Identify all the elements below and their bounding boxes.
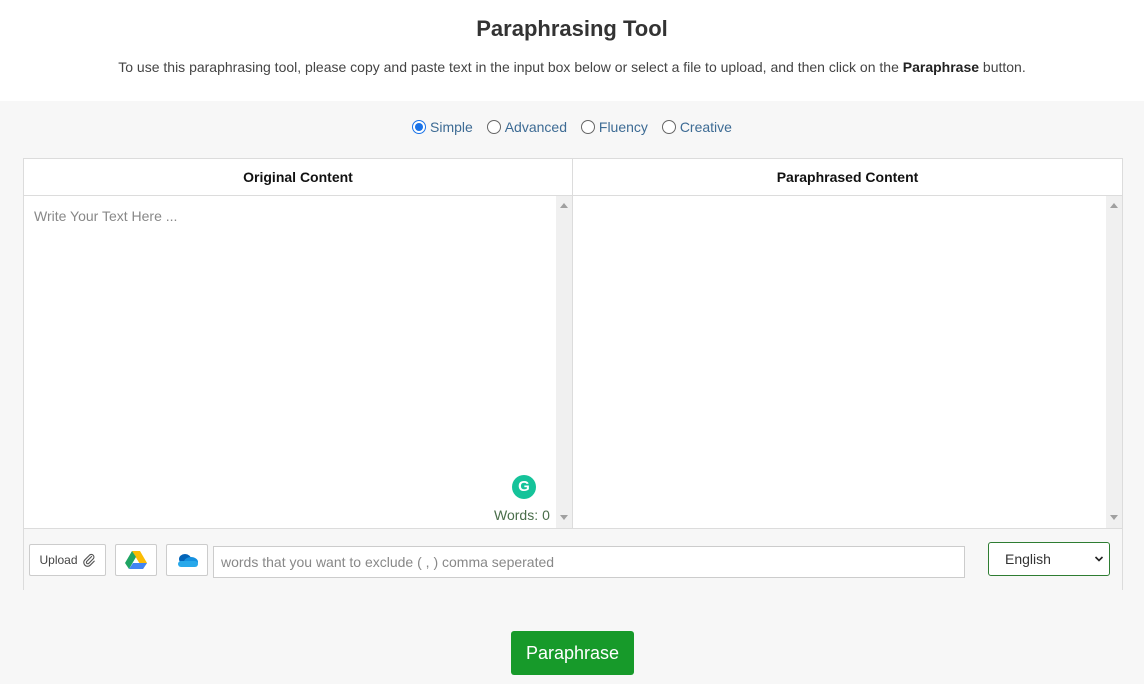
mode-simple-label: Simple bbox=[430, 119, 473, 135]
mode-fluency[interactable]: Fluency bbox=[580, 119, 648, 135]
word-count-value: 0 bbox=[542, 507, 550, 523]
header: Paraphrasing Tool To use this paraphrasi… bbox=[0, 0, 1144, 101]
paraphrased-column: Paraphrased Content bbox=[573, 159, 1122, 528]
language-value: English bbox=[1005, 551, 1051, 567]
subtitle-text-before: To use this paraphrasing tool, please co… bbox=[118, 59, 903, 75]
editor-panel: Original Content Write Your Text Here ..… bbox=[23, 158, 1123, 590]
original-scrollbar[interactable] bbox=[556, 196, 572, 528]
radio-fluency[interactable] bbox=[580, 120, 595, 134]
paraphrased-output[interactable] bbox=[573, 196, 1122, 528]
mode-fluency-label: Fluency bbox=[598, 119, 648, 135]
page-subtitle: To use this paraphrasing tool, please co… bbox=[0, 58, 1144, 76]
original-column: Original Content Write Your Text Here ..… bbox=[24, 159, 573, 528]
paperclip-icon bbox=[82, 553, 95, 567]
word-count-label: Words: bbox=[494, 507, 539, 523]
exclude-words-input[interactable]: words that you want to exclude ( , ) com… bbox=[213, 546, 965, 578]
original-placeholder: Write Your Text Here ... bbox=[34, 208, 178, 224]
scroll-up-icon[interactable] bbox=[1110, 203, 1118, 208]
google-drive-icon bbox=[125, 551, 147, 569]
original-textarea[interactable]: Write Your Text Here ... G Words: 0 bbox=[24, 196, 572, 528]
radio-creative[interactable] bbox=[661, 120, 676, 134]
scroll-up-icon[interactable] bbox=[560, 203, 568, 208]
mode-creative-label: Creative bbox=[679, 119, 732, 135]
mode-advanced[interactable]: Advanced bbox=[486, 119, 567, 135]
upload-label: Upload bbox=[39, 553, 78, 567]
onedrive-icon bbox=[178, 554, 198, 567]
language-select[interactable]: English bbox=[988, 542, 1110, 576]
page-title: Paraphrasing Tool bbox=[476, 16, 668, 41]
upload-button[interactable]: Upload bbox=[29, 544, 106, 576]
subtitle-text-after: button. bbox=[979, 59, 1026, 75]
editor-toolbar: Upload words that you want to exclude (… bbox=[24, 528, 1122, 590]
main-area: Simple Advanced Fluency Creative Origina… bbox=[0, 101, 1144, 684]
radio-simple[interactable] bbox=[412, 120, 427, 134]
radio-advanced[interactable] bbox=[486, 120, 501, 134]
paraphrase-button[interactable]: Paraphrase bbox=[511, 631, 634, 675]
paraphrased-heading: Paraphrased Content bbox=[573, 159, 1122, 196]
google-drive-button[interactable] bbox=[115, 544, 157, 576]
word-counter: Words: 0 bbox=[494, 507, 550, 523]
mode-selector: Simple Advanced Fluency Creative bbox=[0, 119, 1144, 137]
chevron-down-icon bbox=[1094, 556, 1104, 562]
subtitle-bold: Paraphrase bbox=[902, 59, 980, 75]
mode-creative[interactable]: Creative bbox=[661, 119, 732, 135]
grammarly-icon[interactable]: G bbox=[512, 475, 536, 499]
scroll-down-icon[interactable] bbox=[1110, 515, 1118, 520]
scroll-down-icon[interactable] bbox=[560, 515, 568, 520]
onedrive-button[interactable] bbox=[166, 544, 208, 576]
mode-advanced-label: Advanced bbox=[504, 119, 567, 135]
paraphrased-scrollbar[interactable] bbox=[1106, 196, 1122, 528]
original-heading: Original Content bbox=[24, 159, 572, 196]
mode-simple[interactable]: Simple bbox=[412, 119, 473, 135]
